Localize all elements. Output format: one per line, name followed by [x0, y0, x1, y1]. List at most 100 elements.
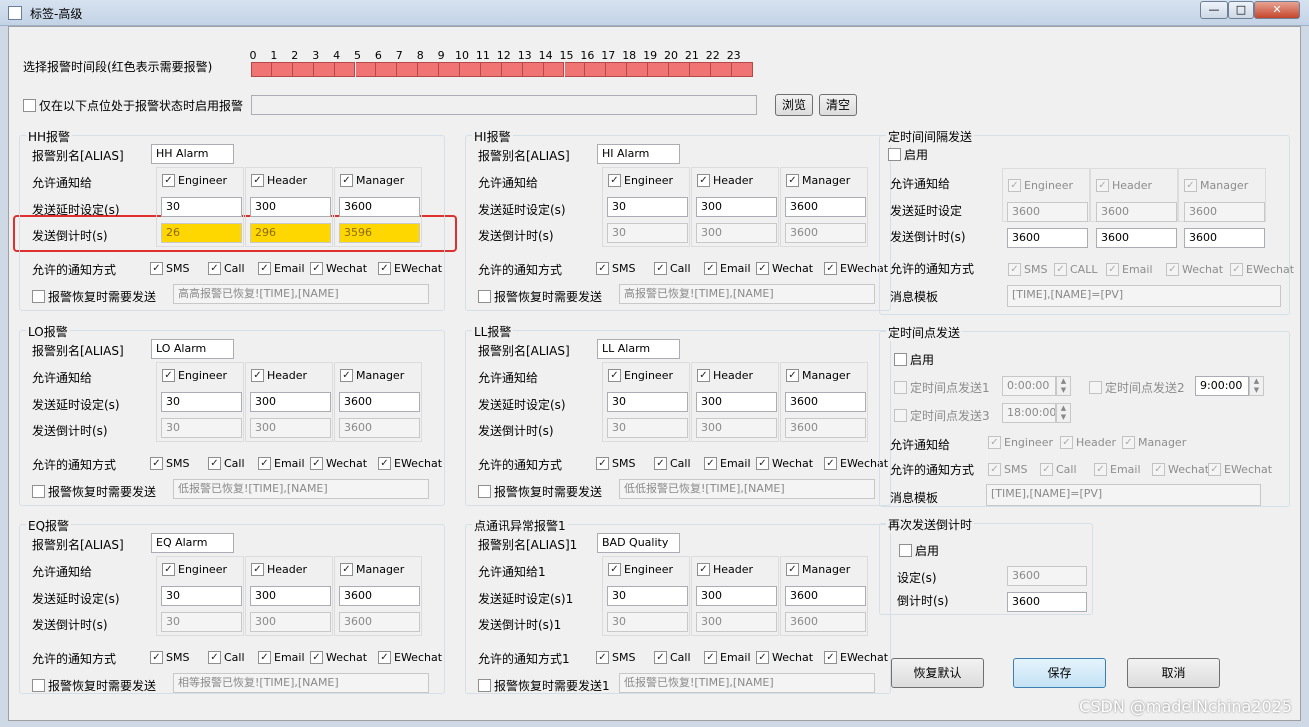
hi-sms-checkbox[interactable]: ✓ SMS	[596, 262, 635, 275]
bad-recover-checkbox[interactable]: 报警恢复时需要发送1	[478, 677, 610, 694]
hi-header-checkbox[interactable]: ✓ Header	[697, 174, 753, 187]
close-button[interactable]: ✕	[1254, 1, 1300, 19]
minimize-button[interactable]: —	[1200, 1, 1228, 19]
lo-delay-manager[interactable]: 3600	[339, 392, 420, 412]
lo-wechat-checkbox[interactable]: ✓ Wechat	[310, 457, 367, 470]
lo-delay-engineer[interactable]: 30	[161, 392, 242, 412]
timepoint1-checkbox[interactable]: 定时间点发送1	[894, 379, 990, 396]
cancel-button[interactable]: 取消	[1127, 658, 1220, 688]
hour-cell[interactable]	[460, 62, 481, 77]
hour-cell[interactable]	[564, 62, 586, 77]
timepoint2-checkbox[interactable]: 定时间点发送2	[1089, 379, 1185, 396]
hour-cell[interactable]	[313, 62, 335, 77]
lo-countdown-header[interactable]: 300	[250, 418, 331, 438]
checkbox-box[interactable]	[32, 485, 45, 498]
checkbox-box[interactable]	[894, 409, 907, 422]
hi-recover-text[interactable]: 高报警已恢复![TIME],[NAME]	[619, 284, 875, 304]
ll-countdown-header[interactable]: 300	[696, 418, 777, 438]
timepoint3-time-input[interactable]: 18:00:00	[1002, 403, 1056, 423]
checkbox-box[interactable]	[478, 485, 491, 498]
hour-cell[interactable]	[543, 62, 565, 77]
point-list-field[interactable]	[251, 95, 757, 115]
hh-delay-engineer[interactable]: 30	[161, 197, 242, 217]
bad-delay-header[interactable]: 300	[696, 586, 777, 606]
eq-call-checkbox[interactable]: ✓ Call	[208, 651, 245, 664]
ll-recover-text[interactable]: 低低报警已恢复![TIME],[NAME]	[619, 479, 875, 499]
hi-wechat-checkbox[interactable]: ✓ Wechat	[756, 262, 813, 275]
bad-countdown-engineer[interactable]: 30	[607, 612, 688, 632]
bad-wechat-checkbox[interactable]: ✓ Wechat	[756, 651, 813, 664]
eq-delay-manager[interactable]: 3600	[339, 586, 420, 606]
spin-arrows-icon[interactable]: ▲ ▼	[1056, 376, 1071, 396]
timepoint-template-field[interactable]: [TIME],[NAME]=[PV]	[986, 484, 1261, 506]
checkbox-box[interactable]	[32, 290, 45, 303]
timepoint-wechat-checkbox[interactable]: ✓ Wechat	[1152, 463, 1209, 476]
hh-manager-checkbox[interactable]: ✓ Manager	[340, 174, 404, 187]
interval-countdown-manager[interactable]: 3600	[1184, 228, 1265, 248]
spin-arrows-icon[interactable]: ▲ ▼	[1249, 376, 1264, 396]
hour-cell[interactable]	[480, 62, 502, 77]
clear-button[interactable]: 清空	[819, 94, 857, 116]
hour-cell[interactable]	[355, 62, 377, 77]
lo-countdown-engineer[interactable]: 30	[161, 418, 242, 438]
hi-countdown-engineer[interactable]: 30	[607, 223, 688, 243]
eq-countdown-manager[interactable]: 3600	[339, 612, 420, 632]
browse-button[interactable]: 浏览	[775, 94, 813, 116]
hour-cell[interactable]	[334, 62, 356, 77]
hi-delay-engineer[interactable]: 30	[607, 197, 688, 217]
bad-ewechat-checkbox[interactable]: ✓ EWechat	[824, 651, 888, 664]
bad-countdown-manager[interactable]: 3600	[785, 612, 866, 632]
ll-delay-manager[interactable]: 3600	[785, 392, 866, 412]
maximize-button[interactable]: □	[1228, 1, 1254, 19]
save-button[interactable]: 保存	[1013, 658, 1106, 688]
checkbox-box[interactable]	[894, 353, 907, 366]
eq-countdown-header[interactable]: 300	[250, 612, 331, 632]
hi-alias-field[interactable]: HI Alarm	[597, 144, 680, 164]
timepoint-email-checkbox[interactable]: ✓ Email	[1094, 463, 1141, 476]
interval-sms-checkbox[interactable]: ✓ SMS	[1008, 263, 1047, 276]
checkbox-box[interactable]	[894, 381, 907, 394]
resend-enable-checkbox[interactable]: 启用	[899, 542, 939, 559]
ll-sms-checkbox[interactable]: ✓ SMS	[596, 457, 635, 470]
hour-cell[interactable]	[397, 62, 419, 77]
checkbox-box[interactable]	[23, 99, 36, 112]
hh-recover-checkbox[interactable]: 报警恢复时需要发送	[32, 288, 156, 305]
hour-cell[interactable]	[418, 62, 440, 77]
eq-countdown-engineer[interactable]: 30	[161, 612, 242, 632]
timepoint2-time-input[interactable]: 9:00:00	[1195, 376, 1249, 396]
interval-delay-engineer[interactable]: 3600	[1007, 202, 1088, 222]
hour-cell[interactable]	[606, 62, 628, 77]
lo-engineer-checkbox[interactable]: ✓ Engineer	[162, 369, 227, 382]
hh-countdown-engineer[interactable]: 26	[161, 223, 242, 243]
lo-header-checkbox[interactable]: ✓ Header	[251, 369, 307, 382]
interval-delay-manager[interactable]: 3600	[1184, 202, 1265, 222]
checkbox-box[interactable]	[888, 148, 901, 161]
lo-recover-checkbox[interactable]: 报警恢复时需要发送	[32, 483, 156, 500]
hour-cell[interactable]	[731, 62, 753, 77]
point-only-checkbox[interactable]: 仅在以下点位处于报警状态时启用报警	[23, 97, 243, 114]
interval-delay-header[interactable]: 3600	[1096, 202, 1177, 222]
hour-cell[interactable]	[376, 62, 398, 77]
bad-delay-manager[interactable]: 3600	[785, 586, 866, 606]
interval-manager-checkbox[interactable]: ✓ Manager	[1184, 179, 1248, 192]
resend-countdown-field[interactable]: 3600	[1007, 592, 1087, 612]
restore-defaults-button[interactable]: 恢复默认	[891, 658, 984, 688]
ll-countdown-manager[interactable]: 3600	[785, 418, 866, 438]
hh-countdown-manager[interactable]: 3596	[339, 223, 420, 243]
ll-recover-checkbox[interactable]: 报警恢复时需要发送	[478, 483, 602, 500]
interval-ewechat-checkbox[interactable]: ✓ EWechat	[1230, 263, 1294, 276]
timepoint1-time-input[interactable]: 0:00:00	[1002, 376, 1056, 396]
interval-template-field[interactable]: [TIME],[NAME]=[PV]	[1007, 285, 1281, 307]
eq-header-checkbox[interactable]: ✓ Header	[251, 563, 307, 576]
hh-sms-checkbox[interactable]: ✓ SMS	[150, 262, 189, 275]
bad-manager-checkbox[interactable]: ✓ Manager	[786, 563, 850, 576]
eq-delay-header[interactable]: 300	[250, 586, 331, 606]
hi-recover-checkbox[interactable]: 报警恢复时需要发送	[478, 288, 602, 305]
hour-cell[interactable]	[627, 62, 649, 77]
bad-header-checkbox[interactable]: ✓ Header	[697, 563, 753, 576]
hi-countdown-header[interactable]: 300	[696, 223, 777, 243]
hour-cell[interactable]	[271, 62, 293, 77]
hh-delay-manager[interactable]: 3600	[339, 197, 420, 217]
hour-cell[interactable]	[439, 62, 460, 77]
timepoint-manager-checkbox[interactable]: ✓ Manager	[1122, 436, 1186, 449]
